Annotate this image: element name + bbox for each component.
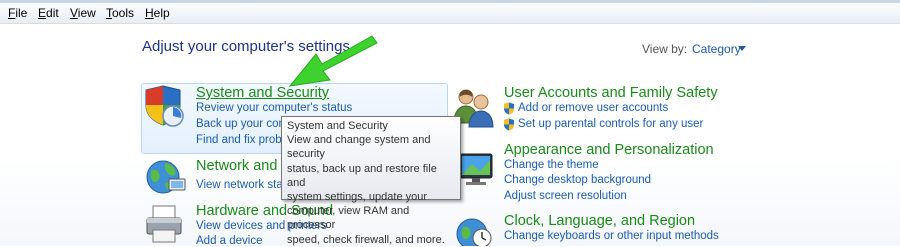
green-arrow-annotation bbox=[288, 35, 378, 87]
